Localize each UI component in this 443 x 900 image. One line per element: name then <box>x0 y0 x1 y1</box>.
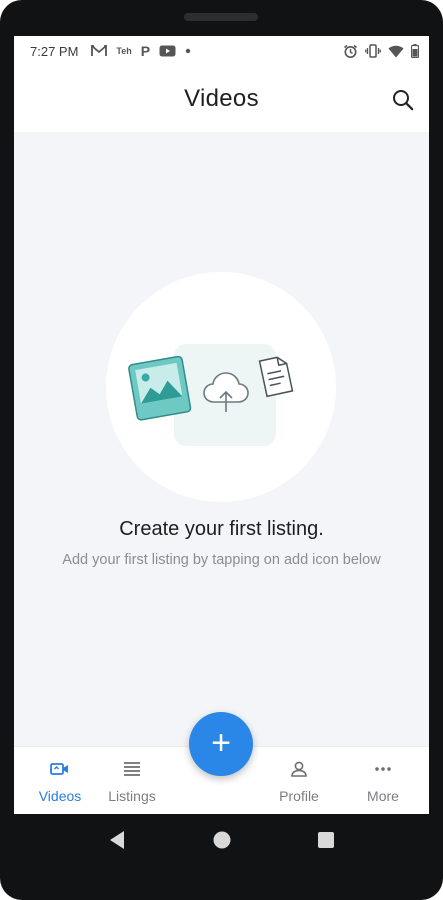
alarm-icon <box>343 44 358 59</box>
gmail-icon <box>91 45 108 57</box>
status-bar: 7:27 PM Teh P <box>14 36 429 66</box>
home-icon[interactable] <box>212 830 232 855</box>
search-icon[interactable] <box>391 88 415 112</box>
empty-state-subtitle: Add your first listing by tapping on add… <box>62 552 381 568</box>
teh-icon: Teh <box>116 46 132 56</box>
nav-label-videos: Videos <box>38 788 82 804</box>
nav-label-more: More <box>367 788 399 804</box>
app-header: Videos <box>14 66 429 132</box>
more-dots-icon <box>373 761 393 782</box>
plus-icon: + <box>211 723 231 762</box>
status-time: 7:27 PM <box>30 43 79 59</box>
image-icon <box>128 355 192 421</box>
nav-item-videos[interactable]: Videos <box>20 761 100 804</box>
youtube-icon <box>159 45 176 57</box>
wifi-icon <box>388 45 404 58</box>
nav-item-more[interactable]: More <box>343 761 423 804</box>
person-icon <box>290 761 308 782</box>
screen: 7:27 PM Teh P Videos Create your first l… <box>14 36 429 814</box>
nav-item-profile[interactable]: Profile <box>259 761 339 804</box>
battery-icon <box>411 44 419 58</box>
dot-icon <box>185 48 191 54</box>
empty-state-title: Create your first listing. <box>119 518 324 540</box>
recents-icon[interactable] <box>317 831 335 854</box>
nav-label-profile: Profile <box>279 788 319 804</box>
p-icon: P <box>140 43 151 59</box>
system-navigation-bar <box>0 814 443 870</box>
list-icon <box>122 761 142 782</box>
video-camera-icon <box>50 761 70 782</box>
nav-item-listings[interactable]: Listings <box>92 761 172 804</box>
speaker-grille <box>184 13 258 21</box>
phone-frame: 7:27 PM Teh P Videos Create your first l… <box>0 0 443 900</box>
back-icon[interactable] <box>108 830 126 855</box>
add-listing-button[interactable]: + <box>189 712 253 776</box>
empty-state-illustration <box>106 272 336 502</box>
page-title: Videos <box>184 85 259 112</box>
nav-label-listings: Listings <box>108 788 156 804</box>
vibrate-icon <box>365 44 381 58</box>
